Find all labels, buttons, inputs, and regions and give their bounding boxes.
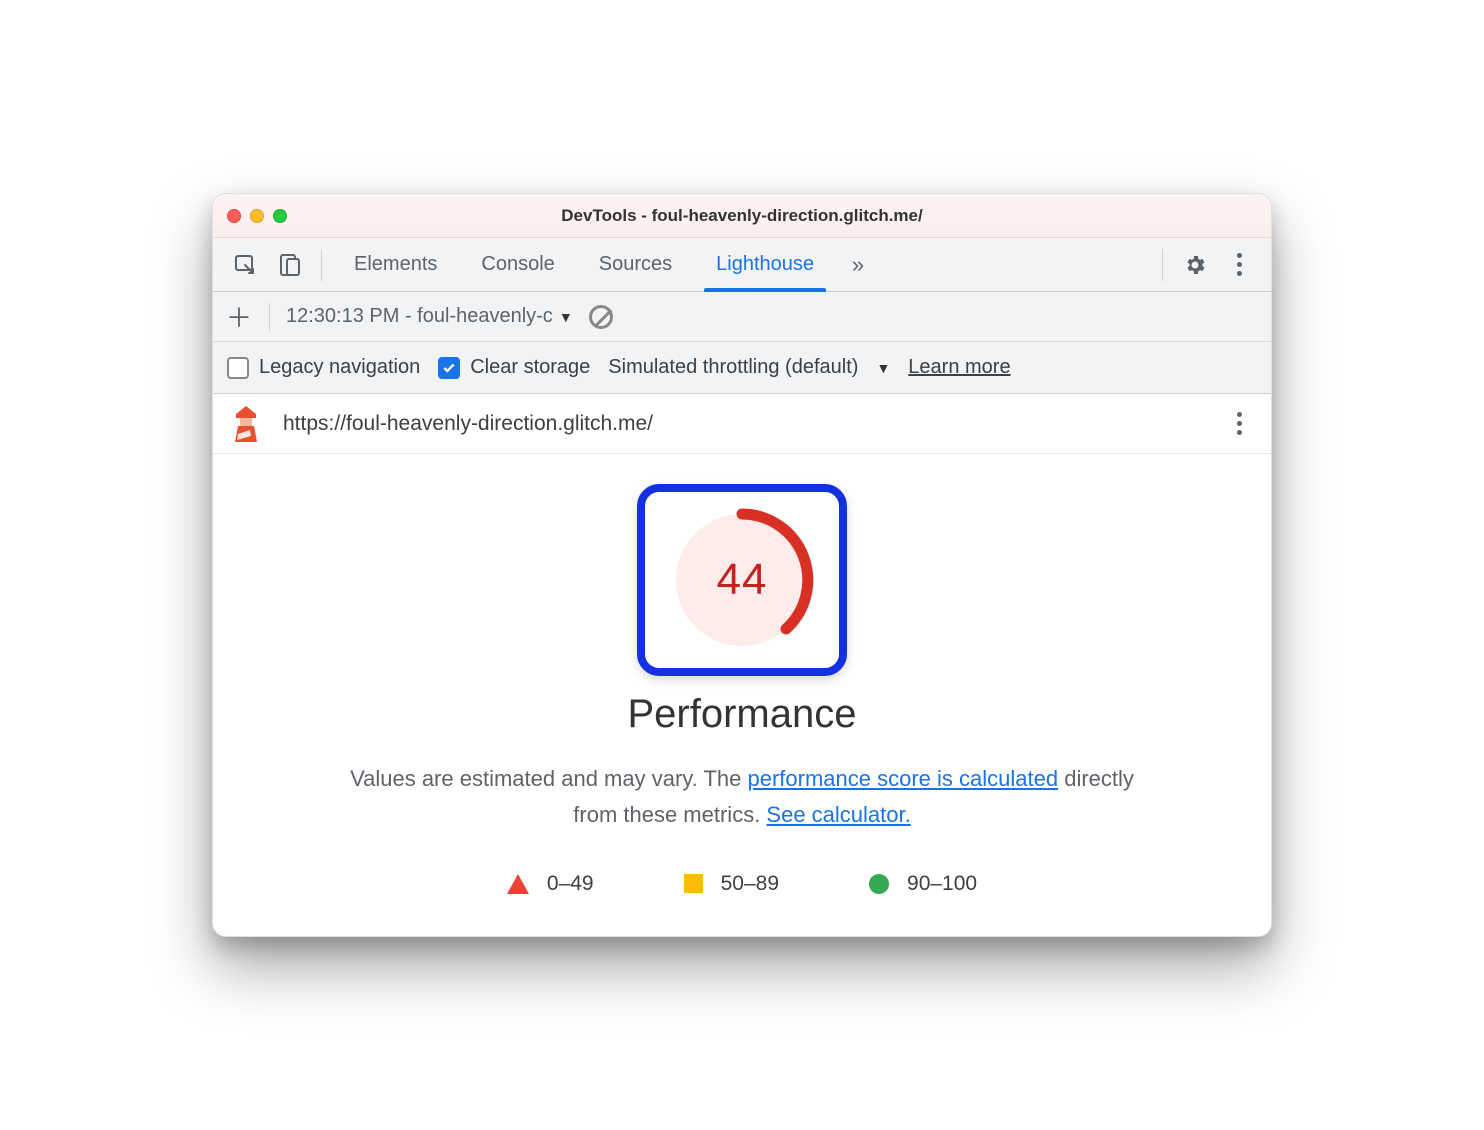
devtools-window: DevTools - foul-heavenly-direction.glitc… xyxy=(212,193,1272,936)
desc-text: Values are estimated and may vary. The xyxy=(350,766,747,791)
throttling-select[interactable]: Simulated throttling (default) xyxy=(608,356,858,379)
learn-more-link[interactable]: Learn more xyxy=(908,356,1010,379)
performance-gauge: 44 xyxy=(667,505,817,655)
legacy-navigation-option[interactable]: Legacy navigation xyxy=(227,356,420,379)
tab-lighthouse[interactable]: Lighthouse xyxy=(696,238,834,292)
performance-title: Performance xyxy=(253,692,1231,737)
triangle-icon xyxy=(507,874,529,894)
clear-storage-checkbox[interactable] xyxy=(438,357,460,379)
more-menu-icon[interactable] xyxy=(1219,245,1259,285)
legacy-navigation-label: Legacy navigation xyxy=(259,356,420,379)
chevron-down-icon[interactable]: ▼ xyxy=(876,360,890,376)
traffic-lights xyxy=(227,209,287,223)
lighthouse-report: 44 Performance Values are estimated and … xyxy=(213,454,1271,935)
lighthouse-settings-bar: Legacy navigation Clear storage Simulate… xyxy=(213,342,1271,394)
more-tabs-icon[interactable]: » xyxy=(838,245,878,285)
performance-description: Values are estimated and may vary. The p… xyxy=(332,761,1152,831)
titlebar: DevTools - foul-heavenly-direction.glitc… xyxy=(213,194,1271,238)
new-report-button[interactable]: ＋ xyxy=(225,303,253,331)
square-icon xyxy=(684,874,703,893)
report-select[interactable]: 12:30:13 PM - foul-heavenly-c ▼ xyxy=(286,305,573,328)
tab-label: Console xyxy=(481,253,554,276)
tabstrip: Elements Console Sources Lighthouse » xyxy=(213,238,1271,292)
legacy-navigation-checkbox[interactable] xyxy=(227,357,249,379)
legend-average: 50–89 xyxy=(684,872,779,896)
divider xyxy=(321,249,322,281)
tab-elements[interactable]: Elements xyxy=(334,238,457,292)
divider xyxy=(1162,249,1163,281)
tab-console[interactable]: Console xyxy=(461,238,574,292)
legend-label: 0–49 xyxy=(547,872,594,896)
score-calc-link[interactable]: performance score is calculated xyxy=(748,766,1059,791)
legend-label: 90–100 xyxy=(907,872,977,896)
report-url: https://foul-heavenly-direction.glitch.m… xyxy=(283,412,653,436)
minimize-window-button[interactable] xyxy=(250,209,264,223)
see-calculator-link[interactable]: See calculator. xyxy=(766,802,910,827)
performance-score: 44 xyxy=(667,505,817,655)
circle-icon xyxy=(869,874,889,894)
tab-label: Sources xyxy=(599,253,672,276)
window-title: DevTools - foul-heavenly-direction.glitc… xyxy=(213,206,1271,226)
throttling-label: Simulated throttling (default) xyxy=(608,356,858,379)
legend-fail: 0–49 xyxy=(507,872,594,896)
tab-sources[interactable]: Sources xyxy=(579,238,692,292)
score-legend: 0–49 50–89 90–100 xyxy=(253,872,1231,896)
legend-pass: 90–100 xyxy=(869,872,977,896)
tab-label: Lighthouse xyxy=(716,253,814,276)
legend-label: 50–89 xyxy=(721,872,779,896)
device-toggle-icon[interactable] xyxy=(269,245,309,285)
clear-all-icon[interactable] xyxy=(589,305,613,329)
report-url-bar: https://foul-heavenly-direction.glitch.m… xyxy=(213,394,1271,454)
lighthouse-logo-icon xyxy=(231,406,261,442)
chevron-down-icon: ▼ xyxy=(559,309,573,325)
zoom-window-button[interactable] xyxy=(273,209,287,223)
settings-gear-icon[interactable] xyxy=(1175,245,1215,285)
report-menu-icon[interactable] xyxy=(1225,410,1253,438)
report-select-label: 12:30:13 PM - foul-heavenly-c xyxy=(286,305,553,328)
tab-label: Elements xyxy=(354,253,437,276)
clear-storage-label: Clear storage xyxy=(470,356,590,379)
score-highlight-frame: 44 xyxy=(637,484,847,676)
divider xyxy=(269,303,270,331)
clear-storage-option[interactable]: Clear storage xyxy=(438,356,590,379)
close-window-button[interactable] xyxy=(227,209,241,223)
inspect-element-icon[interactable] xyxy=(225,245,265,285)
lighthouse-toolbar: ＋ 12:30:13 PM - foul-heavenly-c ▼ xyxy=(213,292,1271,342)
